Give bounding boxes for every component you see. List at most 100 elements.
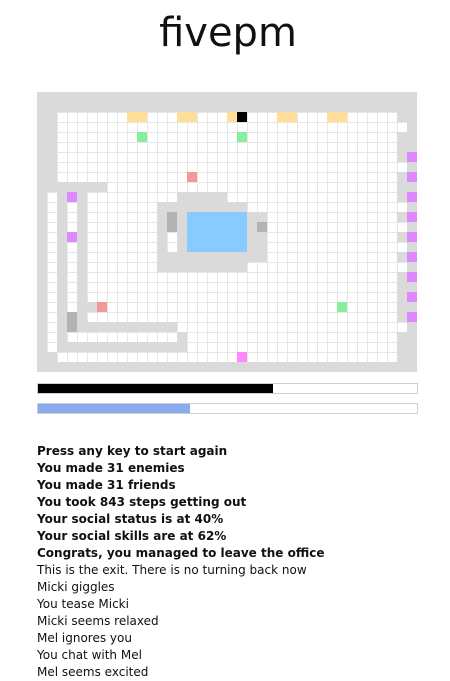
- office-map[interactable]: [37, 92, 417, 372]
- coworker-npc: [407, 312, 417, 322]
- wall-tile: [207, 252, 217, 262]
- wall-tile: [237, 262, 247, 272]
- wall-tile: [37, 282, 47, 292]
- wall-tile: [87, 322, 97, 332]
- wall-tile: [147, 362, 157, 372]
- wall-tile: [107, 362, 117, 372]
- wall-tile: [157, 202, 167, 212]
- wall-tile: [407, 142, 417, 152]
- wall-tile: [397, 112, 407, 122]
- wall-tile: [37, 332, 47, 342]
- wall-tile: [57, 302, 67, 312]
- wall-tile: [207, 92, 217, 102]
- wall-tile: [157, 242, 167, 252]
- wall-tile: [237, 362, 247, 372]
- wall-tile: [397, 332, 407, 342]
- wall-tile: [407, 92, 417, 102]
- wall-tile: [387, 362, 397, 372]
- wall-tile: [407, 132, 417, 142]
- wall-tile: [407, 202, 417, 212]
- wall-tile: [397, 102, 407, 112]
- wall-tile: [187, 262, 197, 272]
- log-line: You chat with Mel: [37, 648, 142, 662]
- wall-tile: [57, 192, 67, 202]
- wall-tile: [57, 182, 67, 192]
- wall-tile: [407, 262, 417, 272]
- wall-tile: [197, 102, 207, 112]
- wall-tile: [247, 102, 257, 112]
- wall-tile: [47, 162, 57, 172]
- wall-tile: [107, 92, 117, 102]
- wall-tile: [57, 312, 67, 322]
- wall-tile: [307, 92, 317, 102]
- wall-tile: [397, 142, 407, 152]
- wall-tile: [37, 232, 47, 242]
- wall-tile: [407, 342, 417, 352]
- wall-tile: [217, 202, 227, 212]
- wall-tile: [167, 362, 177, 372]
- wall-tile: [297, 102, 307, 112]
- wall-tile: [57, 252, 67, 262]
- wall-tile: [47, 142, 57, 152]
- wall-tile: [177, 342, 187, 352]
- wall-tile: [47, 362, 57, 372]
- wall-tile: [47, 92, 57, 102]
- wall-tile: [167, 202, 177, 212]
- wall-tile: [157, 222, 167, 232]
- wall-tile: [77, 272, 87, 282]
- wall-tile: [117, 342, 127, 352]
- wall-tile: [107, 102, 117, 112]
- wall-tile: [97, 322, 107, 332]
- wall-tile: [137, 92, 147, 102]
- wall-tile: [97, 182, 107, 192]
- wall-tile: [217, 262, 227, 272]
- wall-tile: [307, 362, 317, 372]
- friend-npc: [337, 302, 347, 312]
- wall-tile: [287, 102, 297, 112]
- wall-tile: [257, 252, 267, 262]
- wall-tile: [187, 252, 197, 262]
- wall-tile: [357, 92, 367, 102]
- coworker-npc: [67, 192, 77, 202]
- wall-tile: [77, 222, 87, 232]
- wall-tile: [137, 102, 147, 112]
- wall-tile: [37, 262, 47, 272]
- wall-tile: [277, 92, 287, 102]
- wall-tile: [47, 112, 57, 122]
- wall-tile: [57, 332, 67, 342]
- wall-tile: [407, 322, 417, 332]
- chair-tile: [257, 222, 267, 232]
- water-cooler-pool: [237, 242, 247, 252]
- wall-tile: [37, 362, 47, 372]
- wall-tile: [397, 342, 407, 352]
- wall-tile: [367, 362, 377, 372]
- wall-tile: [397, 232, 407, 242]
- desk-tile: [187, 112, 197, 122]
- wall-tile: [397, 252, 407, 262]
- wall-tile: [397, 282, 407, 292]
- wall-tile: [247, 212, 257, 222]
- water-cooler-pool: [207, 222, 217, 232]
- wall-tile: [407, 122, 417, 132]
- wall-tile: [227, 202, 237, 212]
- water-cooler-pool: [237, 222, 247, 232]
- log-line: You made 31 friends: [37, 478, 176, 492]
- water-cooler-pool: [197, 242, 207, 252]
- wall-tile: [67, 342, 77, 352]
- wall-tile: [37, 202, 47, 212]
- wall-tile: [157, 92, 167, 102]
- water-cooler-pool: [197, 222, 207, 232]
- wall-tile: [217, 362, 227, 372]
- water-cooler-pool: [187, 212, 197, 222]
- desk-tile: [127, 112, 137, 122]
- water-cooler-pool: [187, 232, 197, 242]
- wall-tile: [237, 102, 247, 112]
- wall-tile: [347, 362, 357, 372]
- water-cooler-pool: [187, 222, 197, 232]
- log-line: Your social status is at 40%: [37, 512, 224, 526]
- wall-tile: [407, 182, 417, 192]
- wall-tile: [87, 92, 97, 102]
- wall-tile: [37, 172, 47, 182]
- desk-tile: [137, 112, 147, 122]
- wall-tile: [307, 102, 317, 112]
